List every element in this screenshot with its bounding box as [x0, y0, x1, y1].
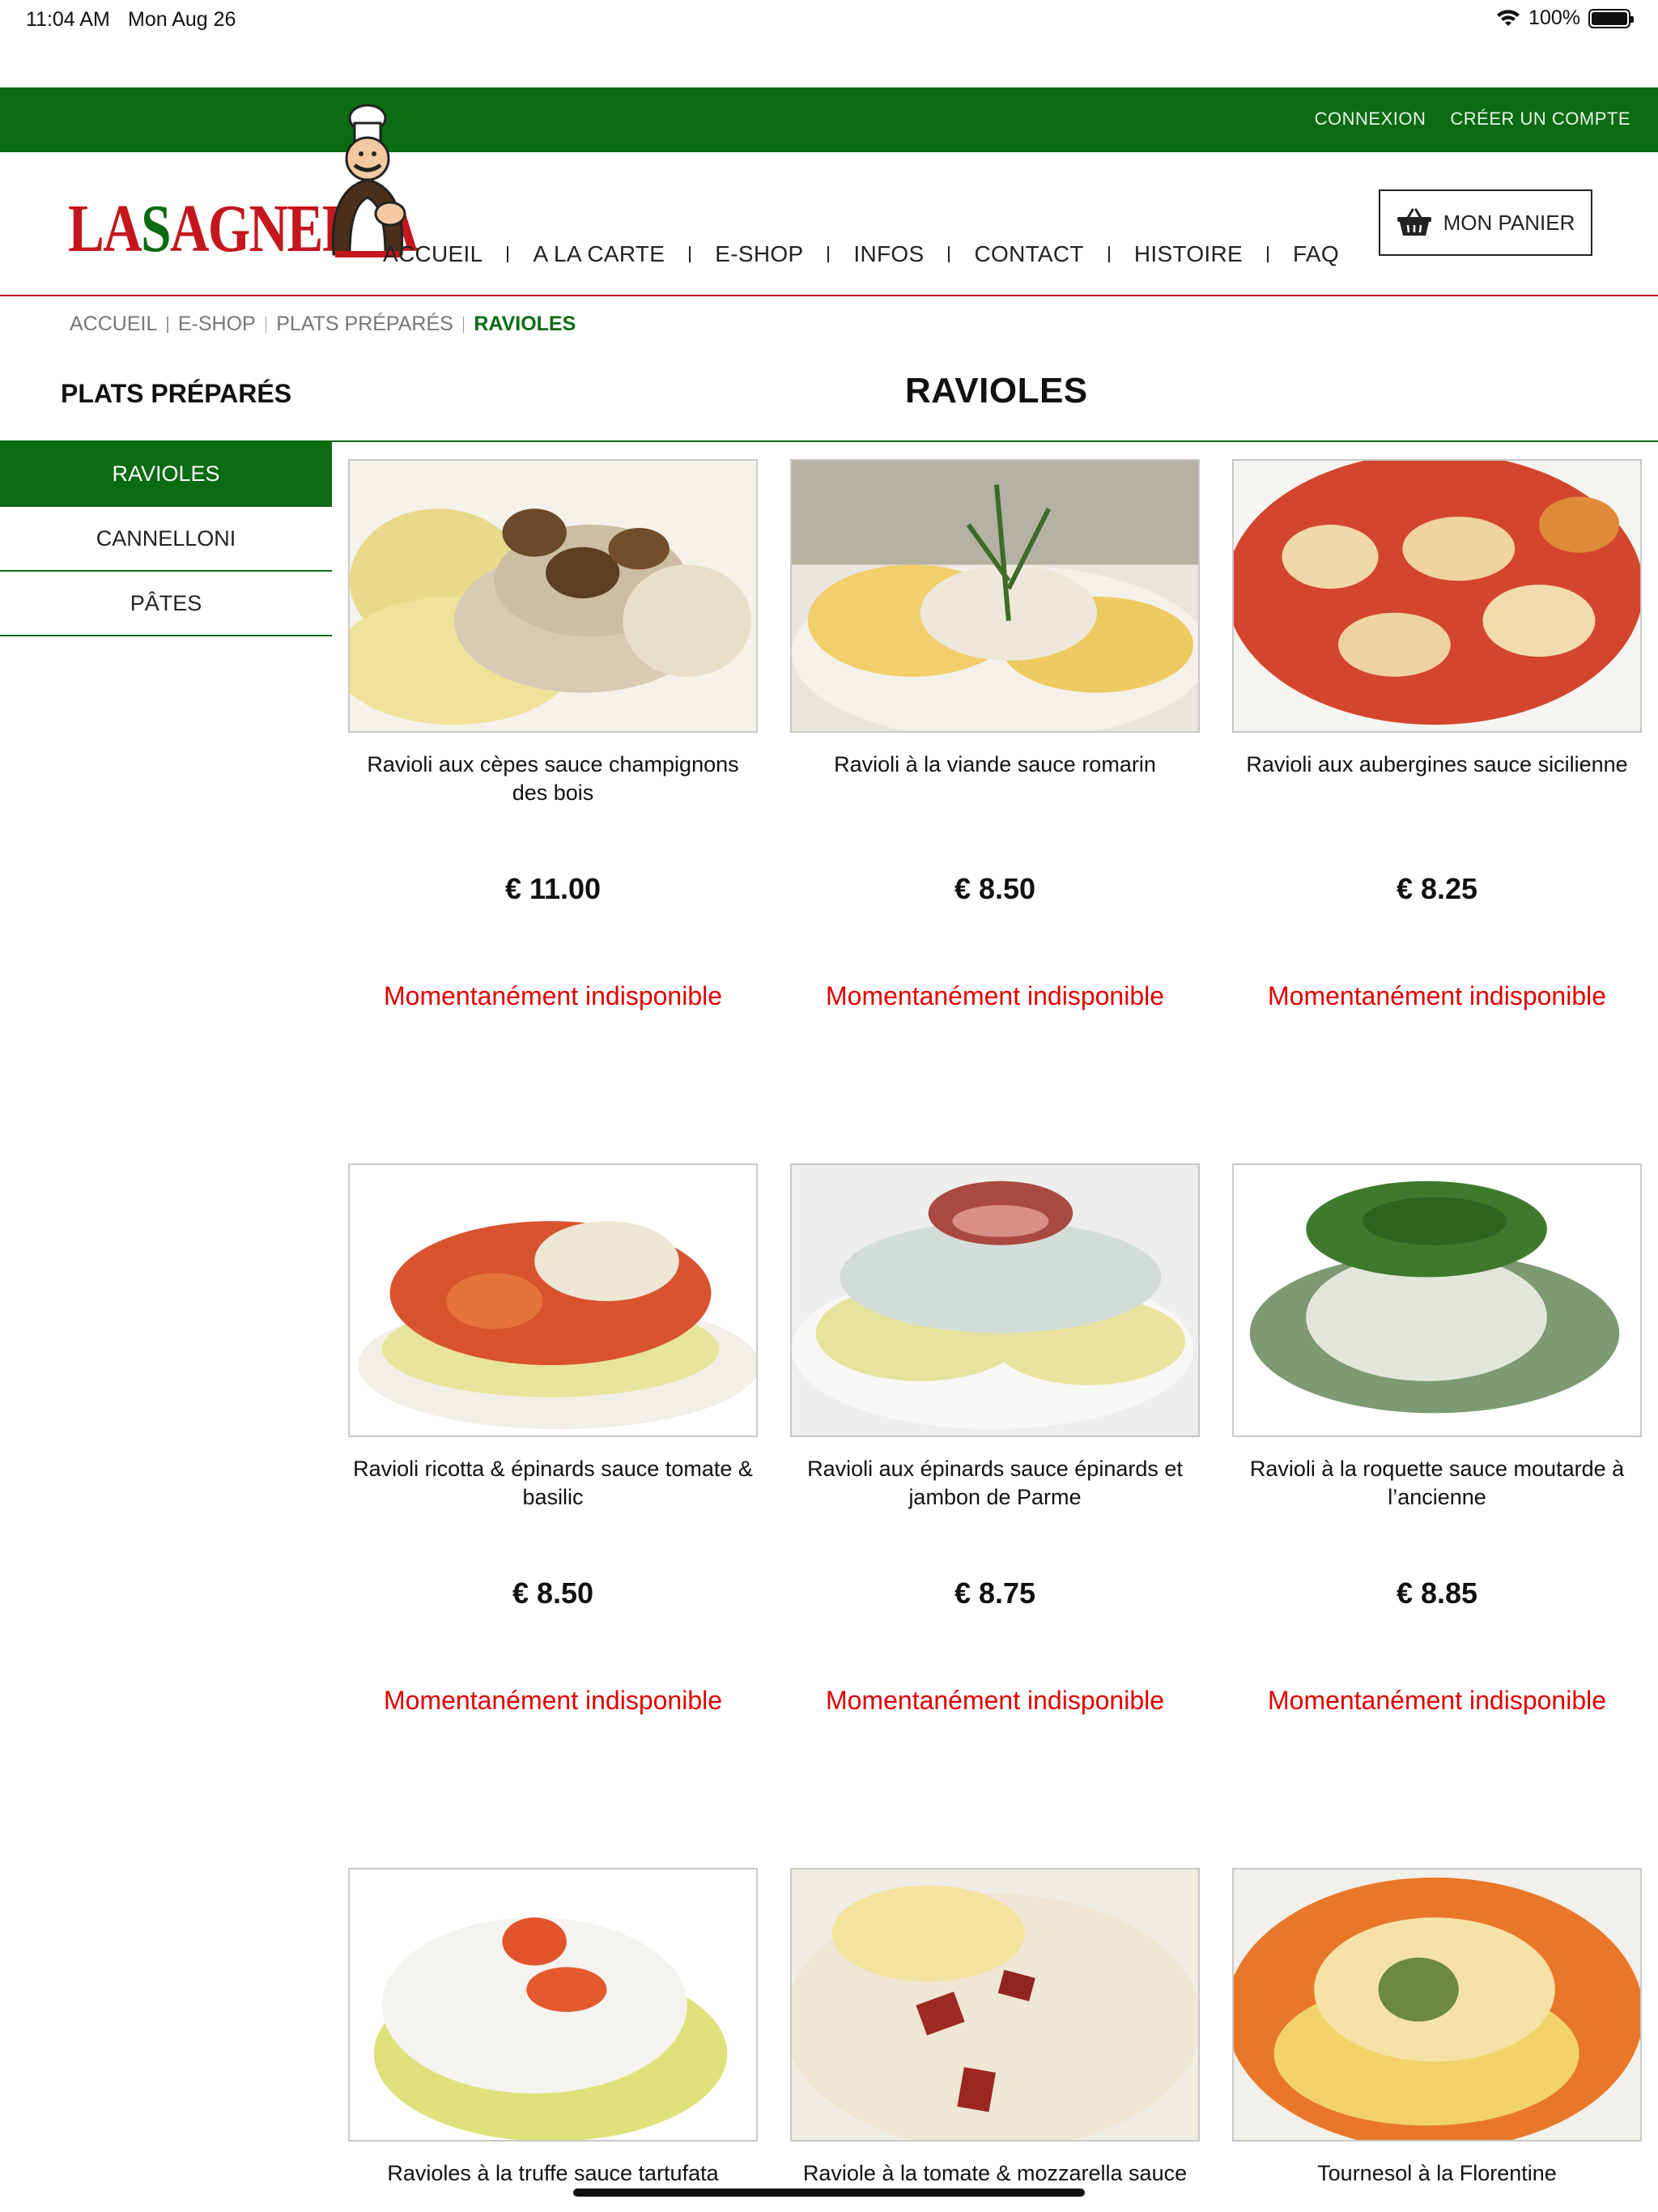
page-title: RAVIOLES [905, 371, 1088, 410]
product-card[interactable]: Ravioli ricotta & épinards sauce tomate … [348, 1163, 758, 1716]
sidebar-item-pates[interactable]: PÂTES [0, 572, 332, 636]
register-link[interactable]: CRÉER UN COMPTE [1450, 108, 1630, 130]
site-header: LASAGNERIA ACCUEIL A LA CARTE E-SHOP INF… [0, 104, 1658, 296]
availability-status: Momentanément indisponible [825, 1686, 1165, 1715]
nav-divider [827, 246, 830, 262]
nav-divider [1266, 246, 1269, 262]
breadcrumb-current: RAVIOLES [474, 313, 576, 335]
breadcrumb: ACCUEIL E-SHOP PLATS PRÉPARÉS RAVIOLES [70, 313, 576, 336]
nav-divider [507, 246, 509, 262]
battery-percent: 100% [1528, 6, 1580, 29]
product-card[interactable]: Ravioles à la truffe sauce tartufata [348, 1868, 758, 2212]
nav-divider [1107, 246, 1110, 262]
status-date: Mon Aug 26 [128, 8, 236, 31]
site-logo[interactable]: LASAGNERIA [68, 100, 419, 295]
breadcrumb-e-shop[interactable]: E-SHOP [178, 313, 256, 336]
nav-infos[interactable]: INFOS [853, 241, 924, 267]
breadcrumb-divider [265, 316, 267, 333]
product-card[interactable]: Tournesol à la Florentine [1232, 1868, 1642, 2212]
sidebar-title: PLATS PRÉPARÉS [61, 379, 292, 408]
breadcrumb-accueil[interactable]: ACCUEIL [70, 313, 157, 336]
product-price: € 8.75 [954, 1576, 1036, 1610]
product-card[interactable]: Ravioli à la viande sauce romarin € 8.50… [790, 459, 1200, 1011]
nav-contact[interactable]: CONTACT [974, 241, 1083, 267]
availability-status: Momentanément indisponible [1267, 981, 1607, 1010]
product-image[interactable] [348, 459, 758, 733]
basket-icon [1397, 208, 1431, 236]
product-image[interactable] [1232, 459, 1642, 733]
product-card[interactable]: Ravioli aux épinards sauce épinards et j… [790, 1163, 1200, 1716]
breadcrumb-plats-prepares[interactable]: PLATS PRÉPARÉS [276, 313, 453, 336]
product-name[interactable]: Ravioli à la viande sauce romarin [790, 751, 1200, 872]
sidebar-item-ravioles[interactable]: RAVIOLES [0, 442, 332, 507]
availability-status: Momentanément indisponible [383, 981, 723, 1010]
availability-status: Momentanément indisponible [825, 981, 1165, 1010]
wifi-icon [1497, 9, 1520, 26]
nav-divider [948, 246, 950, 262]
nav-accueil[interactable]: ACCUEIL [383, 241, 483, 267]
product-image[interactable] [1232, 1868, 1642, 2142]
product-image[interactable] [348, 1163, 758, 1437]
product-image[interactable] [790, 1868, 1200, 2142]
product-card[interactable]: Raviole à la tomate & mozzarella sauce [790, 1868, 1200, 2212]
cart-label: MON PANIER [1443, 210, 1575, 235]
product-image[interactable] [348, 1868, 758, 2142]
main-nav: ACCUEIL A LA CARTE E-SHOP INFOS CONTACT … [383, 241, 1339, 267]
cart-button[interactable]: MON PANIER [1379, 189, 1592, 256]
nav-divider [689, 246, 691, 262]
login-link[interactable]: CONNEXION [1315, 108, 1426, 130]
product-card[interactable]: Ravioli à la roquette sauce moutarde à l… [1232, 1163, 1642, 1716]
product-name[interactable]: Ravioli aux cèpes sauce champignons des … [348, 751, 758, 872]
product-name[interactable]: Ravioles à la truffe sauce tartufata [348, 2159, 758, 2212]
product-image[interactable] [790, 459, 1200, 733]
chef-mascot-icon [331, 104, 406, 257]
product-price: € 8.50 [512, 1576, 594, 1610]
nav-histoire[interactable]: HISTOIRE [1134, 241, 1243, 267]
home-indicator[interactable] [573, 2189, 1085, 2197]
product-name[interactable]: Ravioli aux aubergines sauce sicilienne [1232, 751, 1642, 872]
product-name[interactable]: Ravioli ricotta & épinards sauce tomate … [348, 1455, 758, 1576]
product-price: € 11.00 [504, 872, 602, 905]
availability-status: Momentanément indisponible [1267, 1686, 1607, 1715]
product-card[interactable]: Ravioli aux cèpes sauce champignons des … [348, 459, 758, 1011]
product-image[interactable] [790, 1163, 1200, 1437]
nav-faq[interactable]: FAQ [1293, 241, 1339, 267]
status-time: 11:04 AM [26, 8, 110, 31]
product-name[interactable]: Raviole à la tomate & mozzarella sauce [790, 2159, 1200, 2212]
breadcrumb-divider [462, 316, 465, 333]
product-price: € 8.25 [1396, 872, 1478, 905]
nav-a-la-carte[interactable]: A LA CARTE [533, 241, 665, 267]
product-price: € 8.50 [954, 872, 1036, 905]
breadcrumb-divider [167, 316, 168, 333]
sidebar-menu: RAVIOLES CANNELLONI PÂTES [0, 442, 332, 636]
status-bar: 11:04 AM Mon Aug 26 100% [0, 0, 1658, 39]
battery-icon [1588, 8, 1634, 28]
sidebar-item-cannelloni[interactable]: CANNELLONI [0, 507, 332, 572]
product-image[interactable] [1232, 1163, 1642, 1437]
status-indicators: 100% [1496, 6, 1634, 30]
product-name[interactable]: Ravioli à la roquette sauce moutarde à l… [1232, 1455, 1642, 1576]
product-name[interactable]: Tournesol à la Florentine [1232, 2159, 1642, 2212]
nav-e-shop[interactable]: E-SHOP [715, 241, 803, 267]
product-card[interactable]: Ravioli aux aubergines sauce sicilienne … [1232, 459, 1642, 1011]
product-name[interactable]: Ravioli aux épinards sauce épinards et j… [790, 1455, 1200, 1576]
availability-status: Momentanément indisponible [383, 1686, 723, 1715]
product-price: € 8.85 [1396, 1576, 1478, 1610]
account-links: CONNEXION CRÉER UN COMPTE [1315, 108, 1630, 130]
